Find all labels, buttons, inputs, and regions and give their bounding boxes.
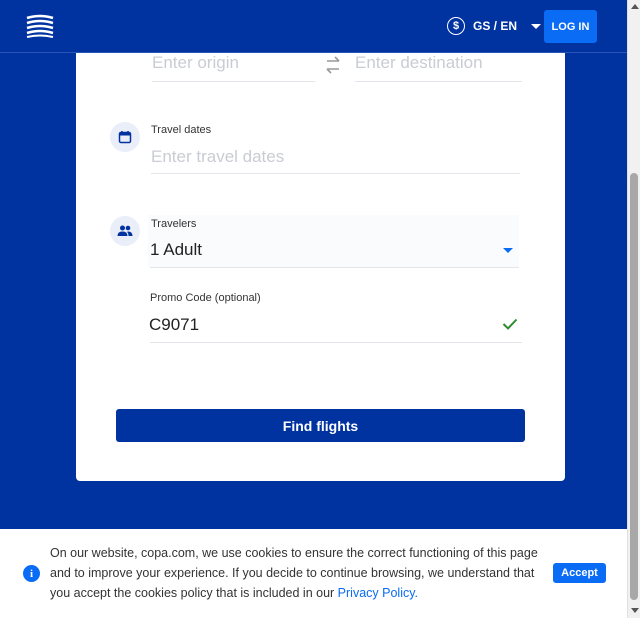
flight-search-card: Enter origin Enter destination Travel da…: [76, 53, 565, 481]
scrollbar-thumb[interactable]: [630, 173, 638, 600]
accept-cookies-button[interactable]: Accept: [553, 563, 606, 583]
info-icon: i: [23, 565, 40, 582]
dates-underline: [151, 173, 520, 174]
login-button[interactable]: LOG IN: [544, 10, 597, 43]
people-icon: [110, 216, 140, 246]
cookie-banner: i On our website, copa.com, we use cooki…: [0, 529, 627, 618]
cookie-message: On our website, copa.com, we use cookies…: [50, 543, 540, 603]
origin-underline: [152, 81, 315, 82]
swap-icon[interactable]: [323, 53, 343, 79]
travelers-label: Travelers: [151, 218, 197, 230]
origin-input[interactable]: Enter origin: [152, 53, 239, 73]
promo-code-input[interactable]: C9071: [149, 315, 199, 335]
promo-underline: [150, 342, 522, 343]
travelers-select[interactable]: [148, 215, 519, 267]
chevron-down-icon: [531, 23, 542, 29]
scroll-down-icon[interactable]: [631, 608, 639, 613]
currency-icon: $: [447, 17, 465, 35]
site-header: $ GS / EN LOG IN: [0, 0, 627, 53]
travelers-value: 1 Adult: [150, 240, 202, 259]
checkmark-icon: [502, 317, 518, 330]
copa-logo-icon[interactable]: [25, 14, 55, 38]
chevron-down-icon[interactable]: [503, 248, 513, 253]
destination-underline: [355, 81, 522, 82]
privacy-policy-link[interactable]: Privacy Policy.: [338, 586, 418, 600]
locale-label: GS / EN: [473, 19, 518, 33]
find-flights-button[interactable]: Find flights: [116, 409, 525, 442]
scroll-up-icon[interactable]: [631, 4, 639, 9]
page-scrollbar[interactable]: [627, 0, 640, 618]
dates-input[interactable]: Enter travel dates: [151, 147, 284, 167]
travelers-underline: [150, 267, 519, 268]
currency-locale-selector[interactable]: $ GS / EN: [447, 17, 542, 35]
dates-label: Travel dates: [151, 124, 212, 136]
destination-input[interactable]: Enter destination: [355, 53, 483, 73]
promo-label: Promo Code (optional): [150, 292, 261, 304]
cookie-text: On our website, copa.com, we use cookies…: [50, 546, 538, 600]
calendar-icon: [110, 122, 140, 152]
